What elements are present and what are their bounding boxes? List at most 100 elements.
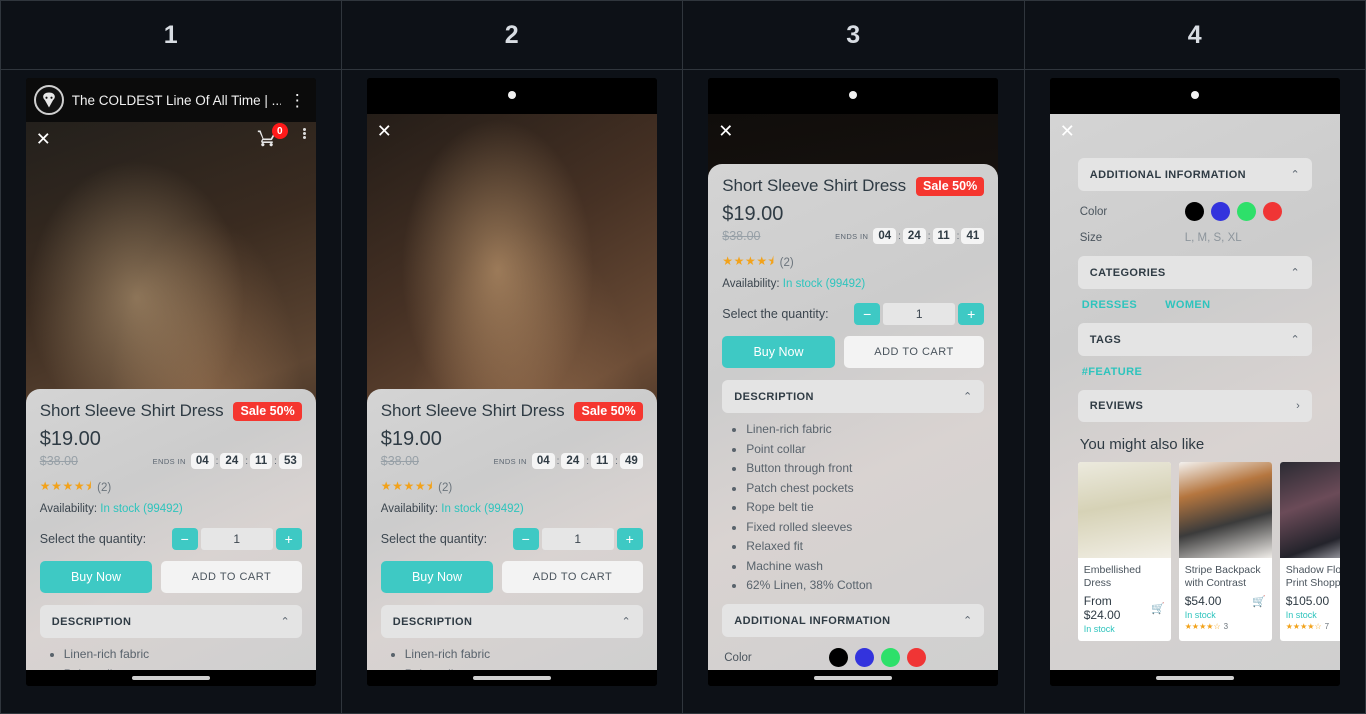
recommendation-stars: ★★★★☆ [1184,622,1221,631]
list-item: Rope belt tie [746,500,984,514]
chevron-up-icon: ⌃ [1290,169,1300,181]
color-swatch-red[interactable] [1262,202,1282,221]
availability-count: (99492) [825,278,866,290]
color-swatch-green[interactable] [881,648,901,667]
countdown-timer: ENDS IN 04 : 24 : 11 : 49 [494,453,643,469]
color-attribute-row: Color [722,648,984,667]
buy-now-button[interactable]: Buy Now [380,561,494,593]
sale-badge: Sale 50% [233,401,302,421]
buy-now-button[interactable]: Buy Now [722,336,835,368]
video-title: The COLDEST Line Of All Time | ... [71,92,281,108]
description-title: DESCRIPTION [51,615,132,628]
countdown-hours: 24 [902,228,926,244]
close-icon[interactable]: ✕ [718,122,733,140]
countdown-hours: 24 [220,453,244,469]
quantity-increase-button[interactable]: + [958,303,985,325]
chevron-up-icon: ⌃ [1290,334,1300,346]
color-swatch-black[interactable] [829,648,849,667]
color-swatches [1184,202,1282,221]
video-overflow-menu-icon[interactable]: ⋮ [289,92,308,109]
availability-label: Availability: [380,503,439,515]
close-icon[interactable]: ✕ [36,130,51,148]
countdown-days: 04 [531,453,555,469]
product-old-price: $38.00 [39,454,78,468]
video-title-bar: The COLDEST Line Of All Time | ... ⋮ [25,78,316,122]
list-item: Point collar [746,442,984,456]
availability-value: In stock [100,503,140,515]
add-to-cart-button[interactable]: ADD TO CART [161,561,302,593]
description-title: DESCRIPTION [392,615,473,628]
countdown-seconds: 53 [278,453,302,469]
close-icon[interactable]: ✕ [377,122,392,140]
quantity-decrease-button[interactable]: − [171,528,198,550]
color-swatch-blue[interactable] [855,648,875,667]
additional-information-title: ADDITIONAL INFORMATION [1089,168,1247,181]
additional-information-accordion[interactable]: ADDITIONAL INFORMATION ⌃ [722,604,985,637]
quantity-value[interactable]: 1 [883,303,956,325]
description-accordion[interactable]: DESCRIPTION ⌃ [380,605,643,638]
quantity-stepper: − 1 + [854,303,985,325]
quantity-increase-button[interactable]: + [616,528,643,550]
quantity-value[interactable]: 1 [541,528,614,550]
category-link-dresses[interactable]: DRESSES [1082,299,1137,311]
tags-accordion[interactable]: TAGS ⌃ [1077,323,1312,356]
product-old-price: $38.00 [380,454,419,468]
quantity-increase-button[interactable]: + [275,528,302,550]
availability-value: In stock [441,503,481,515]
color-swatches [829,648,927,667]
description-accordion[interactable]: DESCRIPTION ⌃ [722,380,985,413]
panel-4-cell: ADDITIONAL INFORMATION ⌃ Color Size L, M… [1024,70,1366,714]
color-label: Color [1079,205,1108,218]
recommendation-card[interactable]: Embellished Dress From $24.00 🛒 In stock [1077,462,1171,641]
color-swatch-green[interactable] [1236,202,1256,221]
color-swatch-black[interactable] [1184,202,1204,221]
recommendation-card[interactable]: Shadow Floral Print Shopper $105.00 In s… [1279,462,1340,641]
recommendation-stock: In stock [1184,610,1216,620]
list-item: Linen-rich fabric [405,647,643,661]
recommendation-price-row: $105.00 [1286,594,1340,608]
quantity-label: Select the quantity: [380,532,488,546]
product-title: Short Sleeve Shirt Dress [380,401,565,420]
tags-list: #FEATURE [1078,366,1312,378]
color-swatch-red[interactable] [907,648,927,667]
tag-link-feature[interactable]: #FEATURE [1082,366,1142,378]
buy-now-button[interactable]: Buy Now [39,561,153,593]
add-to-cart-button[interactable]: ADD TO CART [843,336,985,368]
panel-3-cell: ✕ 0 Short Sleeve Shirt Dress Sale 50% $1… [683,70,1025,714]
countdown-days: 04 [190,453,214,469]
reviews-accordion[interactable]: REVIEWS › [1077,390,1312,422]
recommendation-name: Shadow Floral Print Shopper [1285,564,1340,590]
countdown-seconds: 49 [619,453,643,469]
categories-accordion[interactable]: CATEGORIES ⌃ [1077,256,1312,289]
quantity-decrease-button[interactable]: − [854,303,881,325]
quantity-value[interactable]: 1 [200,528,273,550]
recommendation-price: From $24.00 [1083,594,1121,622]
description-bullets: Linen-rich fabric Point collar [381,647,643,670]
quantity-decrease-button[interactable]: − [512,528,539,550]
product-title-row: Short Sleeve Shirt Dress Sale 50% [40,401,302,421]
color-swatch-blue[interactable] [1210,202,1230,221]
category-link-women[interactable]: WOMEN [1165,299,1210,311]
countdown-label: ENDS IN [152,456,186,466]
product-thumbnail [1077,462,1171,558]
add-to-cart-icon[interactable]: 🛒 [1151,602,1165,615]
product-price: $19.00 [39,428,101,450]
recommendations-list: Embellished Dress From $24.00 🛒 In stock [1077,462,1340,641]
recommendation-card[interactable]: Stripe Backpack with Contrast $54.00 🛒 I… [1178,462,1272,641]
home-indicator [25,670,316,686]
countdown-days: 04 [873,228,897,244]
chevron-up-icon: ⌃ [280,616,290,628]
availability-value: In stock [782,278,823,290]
additional-information-accordion[interactable]: ADDITIONAL INFORMATION ⌃ [1077,158,1312,191]
overflow-menu-icon[interactable] [302,128,306,139]
description-accordion[interactable]: DESCRIPTION ⌃ [39,605,302,638]
product-thumbnail [1279,462,1340,558]
cart-icon[interactable]: 0 [256,123,288,152]
add-to-cart-button[interactable]: ADD TO CART [502,561,643,593]
add-to-cart-icon[interactable]: 🛒 [1252,595,1266,608]
countdown-timer: ENDS IN 04 : 24 : 11 : 41 [835,228,985,244]
countdown-label: ENDS IN [835,231,869,241]
close-icon[interactable]: ✕ [1060,122,1075,140]
channel-avatar-icon [33,85,64,115]
phone-screen-1: The COLDEST Line Of All Time | ... ⋮ ✕ 0… [25,78,316,686]
